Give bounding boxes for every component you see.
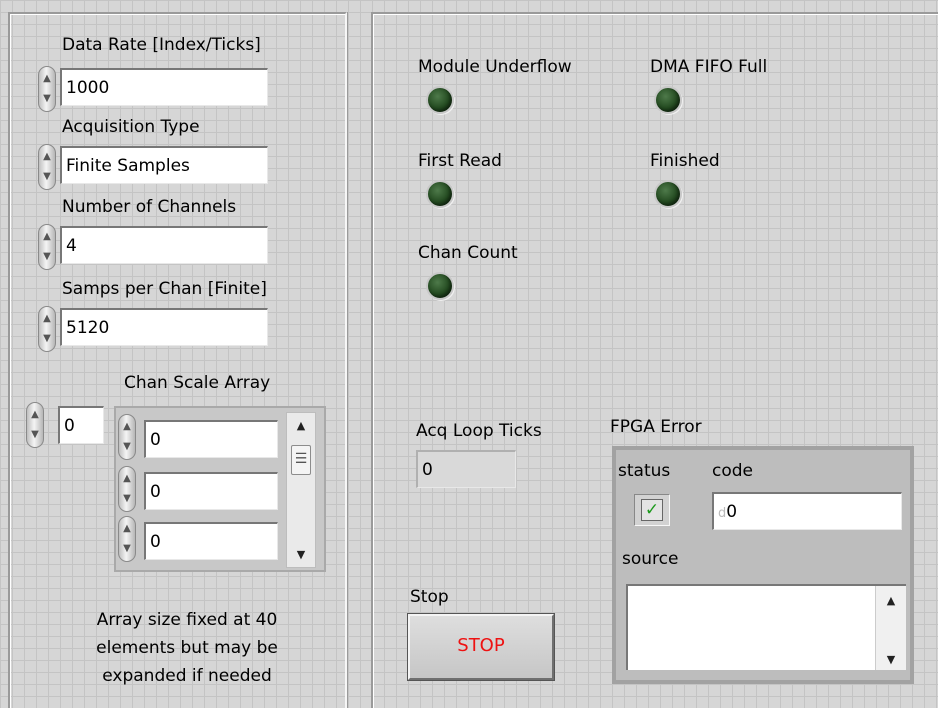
stop-label: Stop (410, 587, 449, 607)
acquisition-type-label: Acquisition Type (62, 117, 200, 137)
number-of-channels-label: Number of Channels (62, 197, 237, 217)
data-rate-increment-decrement[interactable]: ▲ ▼ (38, 66, 56, 112)
array-index-increment-decrement[interactable]: ▲ ▼ (26, 402, 44, 448)
source-indicator: ▲ ▼ (626, 584, 906, 670)
scroll-down-arrow-icon[interactable]: ▼ (287, 548, 315, 561)
array-element-input[interactable]: 0 (144, 472, 278, 510)
array-scrollbar[interactable]: ▲ ☰ ▼ (286, 412, 316, 568)
acq-loop-ticks-label: Acq Loop Ticks (416, 421, 542, 441)
finished-label: Finished (650, 151, 720, 171)
fpga-error-label: FPGA Error (610, 417, 702, 437)
module-underflow-led (426, 86, 454, 114)
module-underflow-label: Module Underflow (418, 57, 572, 77)
array-element-input[interactable]: 0 (144, 420, 278, 458)
dma-fifo-full-label: DMA FIFO Full (650, 57, 768, 77)
dma-fifo-full-led (654, 86, 682, 114)
increment-arrow-icon[interactable]: ▲ (42, 148, 52, 166)
scroll-down-arrow-icon[interactable]: ▼ (876, 653, 906, 666)
source-label: source (622, 549, 679, 569)
code-indicator: d0 (712, 492, 902, 530)
increment-arrow-icon[interactable]: ▲ (42, 310, 52, 328)
decrement-arrow-icon[interactable]: ▼ (122, 438, 132, 456)
array-element-3-increment-decrement[interactable]: ▲ ▼ (118, 516, 136, 562)
samps-per-chan-label: Samps per Chan [Finite] (62, 279, 267, 299)
acquisition-type-ring-arrows[interactable]: ▲ ▼ (38, 144, 56, 190)
decrement-arrow-icon[interactable]: ▼ (42, 168, 52, 186)
note-line: Array size fixed at 40 (96, 610, 278, 630)
code-value: 0 (726, 502, 738, 522)
array-element-input[interactable]: 0 (144, 522, 278, 560)
scrollbar-thumb[interactable]: ☰ (291, 445, 311, 475)
array-size-note: Array size fixed at 40 elements but may … (62, 606, 312, 690)
scroll-up-arrow-icon[interactable]: ▲ (287, 419, 315, 432)
status-label: status (618, 461, 671, 481)
status-indicator: ✓ (634, 494, 670, 526)
array-element-1-increment-decrement[interactable]: ▲ ▼ (118, 414, 136, 460)
array-index-input[interactable]: 0 (58, 406, 104, 444)
chan-count-led (426, 272, 454, 300)
array-element-2-increment-decrement[interactable]: ▲ ▼ (118, 466, 136, 512)
samps-per-chan-increment-decrement[interactable]: ▲ ▼ (38, 306, 56, 352)
first-read-label: First Read (418, 151, 502, 171)
data-rate-label: Data Rate [Index/Ticks] (62, 35, 261, 55)
checkmark-icon: ✓ (641, 499, 663, 521)
increment-arrow-icon[interactable]: ▲ (42, 228, 52, 246)
chan-scale-array-label: Chan Scale Array (124, 373, 271, 393)
increment-arrow-icon[interactable]: ▲ (122, 470, 132, 488)
first-read-led (426, 180, 454, 208)
increment-arrow-icon[interactable]: ▲ (122, 418, 132, 436)
decrement-arrow-icon[interactable]: ▼ (42, 248, 52, 266)
increment-arrow-icon[interactable]: ▲ (42, 70, 52, 88)
increment-arrow-icon[interactable]: ▲ (122, 520, 132, 538)
code-label: code (712, 461, 753, 481)
increment-arrow-icon[interactable]: ▲ (30, 406, 40, 424)
scroll-up-arrow-icon[interactable]: ▲ (876, 594, 906, 607)
note-line: elements but may be (96, 638, 278, 658)
samps-per-chan-input[interactable]: 5120 (60, 308, 268, 346)
number-of-channels-increment-decrement[interactable]: ▲ ▼ (38, 224, 56, 270)
finished-led (654, 180, 682, 208)
decrement-arrow-icon[interactable]: ▼ (42, 330, 52, 348)
source-scrollbar[interactable]: ▲ ▼ (875, 586, 906, 670)
data-rate-input[interactable]: 1000 (60, 68, 268, 106)
decrement-arrow-icon[interactable]: ▼ (42, 90, 52, 108)
decrement-arrow-icon[interactable]: ▼ (122, 490, 132, 508)
decrement-arrow-icon[interactable]: ▼ (30, 426, 40, 444)
number-of-channels-input[interactable]: 4 (60, 226, 268, 264)
acquisition-type-ring[interactable]: Finite Samples (60, 146, 268, 184)
chan-count-label: Chan Count (418, 243, 518, 263)
note-line: expanded if needed (102, 666, 272, 686)
acq-loop-ticks-indicator: 0 (416, 450, 516, 488)
stop-button[interactable]: STOP (407, 613, 555, 681)
decrement-arrow-icon[interactable]: ▼ (122, 540, 132, 558)
